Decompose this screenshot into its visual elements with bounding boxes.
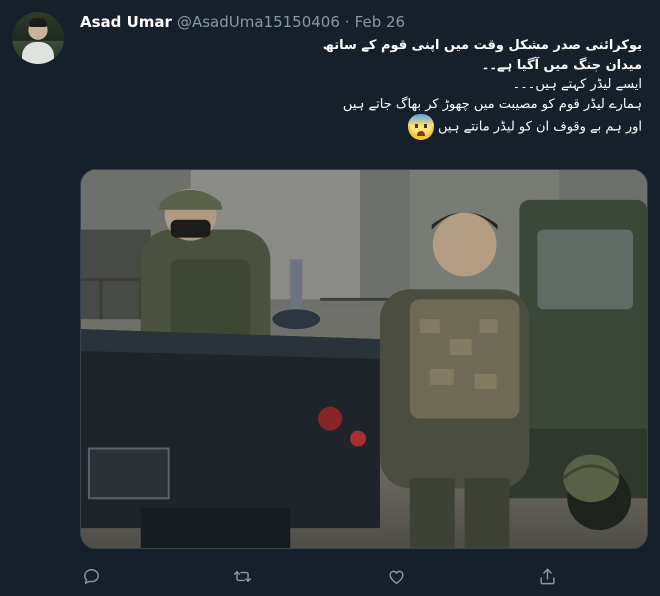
tweet-text-line-1: یوکرائنی صدر مشکل وقت میں اپنی قوم کے سا…	[322, 38, 642, 53]
retweet-button[interactable]	[231, 565, 253, 587]
tweet-text-line-5: اور ہم بے وقوف ان کو لیڈر مانتے ہیں	[380, 114, 642, 140]
tweet-text-line-4: ہمارے لیڈر قوم کو مصیبت میں چھوڑ کر بھاگ…	[342, 96, 642, 112]
avatar-hair	[29, 18, 47, 27]
share-button[interactable]	[536, 565, 558, 587]
tweet-photo[interactable]	[80, 169, 648, 549]
like-icon	[388, 570, 404, 584]
tweet-actions	[80, 565, 560, 587]
photo-image	[81, 170, 647, 548]
tweet-text-line-3: ایسے لیڈر کہتے ہیں۔۔۔	[512, 77, 642, 92]
reply-button[interactable]	[80, 565, 102, 587]
anxious-face-emoji-icon	[408, 114, 435, 140]
like-button[interactable]	[385, 565, 407, 587]
retweet-icon	[233, 570, 251, 582]
separator-dot: ·	[344, 13, 350, 31]
avatar-shirt	[22, 42, 54, 64]
tweet-text: یوکرائنی صدر مشکل وقت میں اپنی قوم کے سا…	[322, 36, 642, 140]
tweet-text-line-5-text: اور ہم بے وقوف ان کو لیڈر مانتے ہیں	[438, 119, 642, 135]
tweet-header: Asad Umar @AsadUma15150406 · Feb 26	[80, 12, 405, 32]
avatar[interactable]	[12, 12, 64, 64]
tweet-text-line-2: میدان جنگ میں آگیا ہے۔۔	[481, 57, 642, 73]
author-handle[interactable]: @AsadUma15150406	[177, 13, 340, 31]
reply-icon	[83, 568, 99, 584]
share-icon	[539, 568, 555, 584]
tweet: Asad Umar @AsadUma15150406 · Feb 26 یوکر…	[0, 0, 660, 596]
tweet-date[interactable]: Feb 26	[355, 13, 405, 31]
author-name[interactable]: Asad Umar	[80, 13, 172, 31]
